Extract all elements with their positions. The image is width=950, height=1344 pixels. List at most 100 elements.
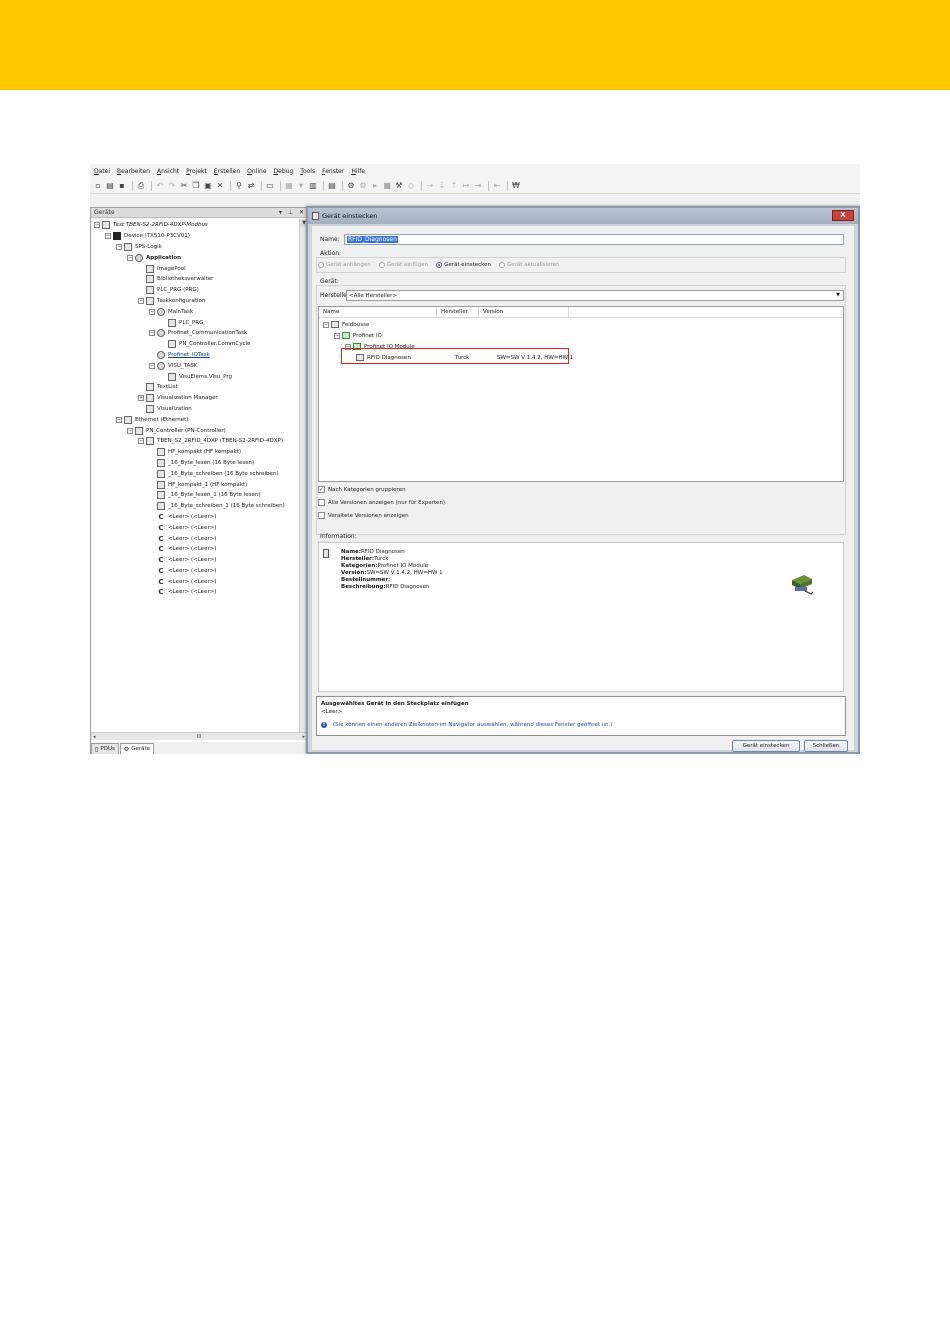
- collapse-icon[interactable]: −: [127, 427, 133, 434]
- tree-item[interactable]: − Test TBEN-S2-2RFID-4DXP-Modbus: [91, 220, 299, 231]
- pane-tab[interactable]: ⚙ Geräte: [119, 743, 155, 754]
- column-header[interactable]: Hersteller: [437, 307, 479, 317]
- tree-item[interactable]: PLC_PRG (PRG): [91, 285, 299, 296]
- collapse-icon[interactable]: −: [116, 416, 122, 423]
- undo-icon[interactable]: ↶: [155, 181, 165, 191]
- option-checkbox-row[interactable]: Alle Versionen anzeigen (nur für Experte…: [318, 499, 445, 506]
- dialog-close-button[interactable]: X: [832, 210, 854, 221]
- paste-icon[interactable]: ▣: [203, 181, 213, 191]
- stop-icon[interactable]: ■: [382, 181, 392, 191]
- tree-item[interactable]: C <Leer> (<Leer>): [91, 533, 299, 544]
- tree-item[interactable]: ImagePool: [91, 263, 299, 274]
- collapse-icon[interactable]: −: [94, 222, 100, 229]
- logout-icon[interactable]: ⚙: [358, 181, 368, 191]
- print-icon[interactable]: ⎙: [136, 181, 146, 191]
- tree-item[interactable]: _16_Byte_schreiben_1 (16 Byte schreiben): [91, 501, 299, 512]
- open-project-icon[interactable]: ▤: [105, 181, 115, 191]
- tree-item[interactable]: − SPS-Logik: [91, 242, 299, 253]
- collapse-icon[interactable]: −: [127, 254, 133, 261]
- action-radio[interactable]: Gerät anhängen: [318, 262, 371, 268]
- tree-horizontal-scrollbar[interactable]: ◂ III ▸: [91, 732, 307, 740]
- tree-item[interactable]: Profinet_IOTask: [91, 350, 299, 361]
- tree-item[interactable]: C <Leer> (<Leer>): [91, 512, 299, 523]
- collapse-icon[interactable]: −: [105, 233, 111, 240]
- tree-item[interactable]: − TBEN_S2_2RFID_4DXP (TBEN-S2-2RFID-4DXP): [91, 436, 299, 447]
- tree-item[interactable]: _16_Byte_lesen_1 (16 Byte lesen): [91, 490, 299, 501]
- collapse-icon[interactable]: −: [323, 321, 329, 328]
- collapse-icon[interactable]: −: [116, 243, 122, 250]
- pane-menu-icon[interactable]: ▾: [279, 209, 282, 216]
- login-icon[interactable]: ⚙: [346, 181, 356, 191]
- delete-icon[interactable]: ✕: [215, 181, 225, 191]
- action-radio[interactable]: Gerät einstecken: [436, 262, 491, 268]
- tree-item[interactable]: Bibliotheksverwalter: [91, 274, 299, 285]
- tree-item[interactable]: PN_Controller.CommCycle: [91, 339, 299, 350]
- close-icon[interactable]: ✕: [299, 209, 304, 216]
- menu-item[interactable]: Online: [247, 168, 266, 175]
- tree-item[interactable]: HF_kompakt_1 (HF kompakt): [91, 479, 299, 490]
- new-project-icon[interactable]: ▫: [93, 181, 103, 191]
- write-values-icon[interactable]: ⇤: [492, 181, 502, 191]
- column-header[interactable]: Version: [479, 307, 569, 317]
- compile-icon[interactable]: ▤: [327, 181, 337, 191]
- menu-item[interactable]: Hilfe: [351, 168, 365, 175]
- force-icon[interactable]: ⇥: [473, 181, 483, 191]
- breakpoint-icon[interactable]: ◇: [406, 181, 416, 191]
- tree-item[interactable]: − Taskkonfiguration: [91, 296, 299, 307]
- collapse-icon[interactable]: −: [334, 332, 340, 339]
- vendor-select[interactable]: <Alle Hersteller> ▼: [346, 290, 844, 301]
- menu-item[interactable]: Bearbeiten: [117, 168, 150, 175]
- tree-item[interactable]: − MainTask: [91, 306, 299, 317]
- tree-item[interactable]: − Application: [91, 252, 299, 263]
- checkbox[interactable]: [318, 499, 325, 506]
- start-icon[interactable]: ▸: [370, 181, 380, 191]
- step-over-icon[interactable]: ⇢: [425, 181, 435, 191]
- build-icon[interactable]: ▥: [308, 181, 318, 191]
- option-checkbox-row[interactable]: ✓ Nach Kategorien gruppieren: [318, 486, 406, 493]
- dialog-title-bar[interactable]: Gerät einstecken X: [308, 208, 858, 224]
- action-radio[interactable]: Gerät einfügen: [378, 262, 428, 268]
- tree-item[interactable]: C <Leer> (<Leer>): [91, 522, 299, 533]
- copy-icon[interactable]: ❐: [191, 181, 201, 191]
- chevron-down-icon[interactable]: ▼: [834, 292, 842, 299]
- tree-item[interactable]: _16_Byte_schreiben (16 Byte schreiben): [91, 468, 299, 479]
- insert-device-button[interactable]: Gerät einstecken: [732, 740, 800, 752]
- run-to-cursor-icon[interactable]: ↦: [461, 181, 471, 191]
- cut-icon[interactable]: ✂: [179, 181, 189, 191]
- save-icon[interactable]: ▪: [117, 181, 127, 191]
- collapse-icon[interactable]: −: [138, 297, 144, 304]
- tree-item[interactable]: _16_Byte_lesen (16 Byte lesen): [91, 458, 299, 469]
- tree-item[interactable]: VisuElems.Visu_Prg: [91, 371, 299, 382]
- tree-item[interactable]: + Visualization Manager: [91, 393, 299, 404]
- close-button[interactable]: Schließen: [804, 740, 848, 752]
- expand-icon[interactable]: +: [138, 395, 144, 402]
- scroll-right-arrow-icon[interactable]: ▸: [302, 734, 305, 740]
- menu-item[interactable]: Tools: [300, 168, 315, 175]
- collapse-icon[interactable]: −: [149, 362, 155, 369]
- pin-icon[interactable]: ⊥: [288, 209, 293, 216]
- tree-item[interactable]: − Ethernet (Ethernet): [91, 414, 299, 425]
- tree-item[interactable]: Visualization: [91, 404, 299, 415]
- find-icon[interactable]: ⚲: [234, 181, 244, 191]
- replace-icon[interactable]: ⇄: [246, 181, 256, 191]
- action-radio[interactable]: Gerät aktualisieren: [499, 262, 560, 268]
- menu-item[interactable]: Fenster: [322, 168, 344, 175]
- tree-item[interactable]: C <Leer> (<Leer>): [91, 576, 299, 587]
- collapse-icon[interactable]: −: [149, 330, 155, 337]
- collapse-icon[interactable]: −: [149, 308, 155, 315]
- tree-item[interactable]: − Device (TX510-P3CV01): [91, 231, 299, 242]
- device-list-item[interactable]: − Feldbusse: [323, 321, 432, 328]
- device-list-item[interactable]: − Profinet IO: [334, 332, 443, 339]
- select-all-icon[interactable]: ▦: [284, 181, 294, 191]
- tree-item[interactable]: C <Leer> (<Leer>): [91, 544, 299, 555]
- menu-item[interactable]: Ansicht: [157, 168, 179, 175]
- checkbox[interactable]: ✓: [318, 486, 325, 493]
- watch-icon[interactable]: ₩: [511, 181, 521, 191]
- checkbox[interactable]: [318, 512, 325, 519]
- tree-item[interactable]: − VISU_TASK: [91, 360, 299, 371]
- tree-item[interactable]: HF_kompakt (HF kompakt): [91, 447, 299, 458]
- scroll-thumb-grip[interactable]: III: [197, 734, 201, 740]
- tree-item[interactable]: C <Leer> (<Leer>): [91, 587, 299, 598]
- pane-tab[interactable]: ▯ POUs: [91, 743, 119, 754]
- tree-item[interactable]: C <Leer> (<Leer>): [91, 555, 299, 566]
